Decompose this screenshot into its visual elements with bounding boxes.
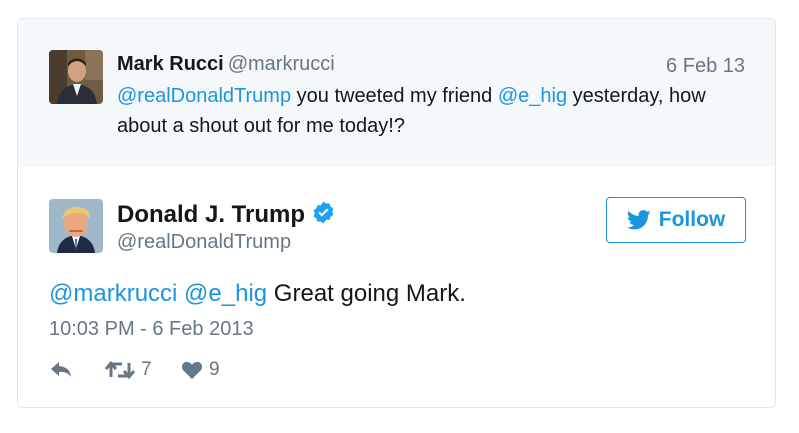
- author-handle[interactable]: @realDonaldTrump: [117, 229, 291, 255]
- author-name[interactable]: Donald J. Trump: [117, 201, 305, 228]
- verified-badge-icon: [313, 201, 334, 224]
- reply-icon: [51, 362, 71, 377]
- mention-link[interactable]: @realDonaldTrump: [117, 85, 291, 107]
- reply-button[interactable]: [49, 359, 73, 379]
- mention-link[interactable]: @markrucci: [49, 280, 177, 307]
- tweet-text: @markrucci @e_hig Great going Mark.: [49, 279, 466, 309]
- author-avatar[interactable]: [49, 199, 103, 253]
- bird-icon: [626, 210, 651, 230]
- like-button[interactable]: 9: [181, 359, 220, 381]
- parent-author-name[interactable]: Mark Rucci: [117, 53, 224, 75]
- tweet-text-body: Great going Mark.: [267, 280, 466, 307]
- retweet-icon: [105, 361, 135, 379]
- follow-button-label: Follow: [658, 208, 726, 231]
- author-display-name[interactable]: Donald J. Trump: [117, 200, 336, 229]
- mention-link[interactable]: @e_hig: [184, 280, 267, 307]
- parent-author[interactable]: Mark Rucci @markrucci: [117, 52, 335, 76]
- follow-button[interactable]: Follow: [606, 197, 746, 243]
- retweet-count: 7: [141, 359, 152, 380]
- like-count: 9: [209, 359, 220, 380]
- embedded-tweet-card: Mark Rucci @markrucci 6 Feb 13 @realDonal…: [17, 18, 776, 408]
- parent-tweet[interactable]: Mark Rucci @markrucci 6 Feb 13 @realDonal…: [18, 19, 775, 167]
- heart-icon: [181, 361, 203, 379]
- parent-author-handle[interactable]: @markrucci: [228, 53, 335, 75]
- retweet-button[interactable]: 7: [105, 359, 152, 381]
- parent-tweet-text: @realDonaldTrump you tweeted my friend @…: [117, 81, 757, 141]
- tweet-timestamp[interactable]: 10:03 PM - 6 Feb 2013: [49, 317, 254, 341]
- parent-tweet-date[interactable]: 6 Feb 13: [666, 54, 745, 78]
- parent-author-avatar[interactable]: [49, 50, 103, 104]
- mention-link[interactable]: @e_hig: [498, 85, 567, 107]
- parent-tweet-text-part: you tweeted my friend: [291, 85, 498, 107]
